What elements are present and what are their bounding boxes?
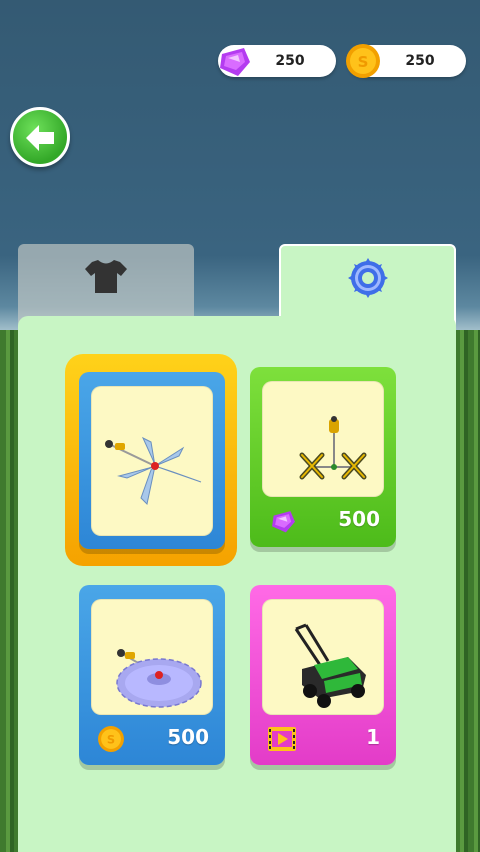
back-arrow-icon	[26, 125, 54, 151]
item-preview	[91, 599, 213, 715]
shop-item-double-blade-trimmer[interactable]: 500	[250, 367, 396, 547]
shop-item-lawn-mower[interactable]: 1	[250, 585, 396, 765]
item-preview	[262, 381, 384, 497]
gold-coin-icon: S	[346, 44, 380, 78]
gem-counter: 250	[218, 45, 336, 77]
item-preview	[91, 386, 213, 536]
coin-counter: S 250	[346, 44, 466, 78]
video-ad-icon	[268, 727, 296, 751]
saw-blade-icon	[347, 258, 388, 298]
item-preview	[262, 599, 384, 715]
gem-count: 250	[275, 53, 305, 69]
double-blade-trimmer-icon	[299, 416, 367, 480]
circular-saw-trimmer-icon	[116, 649, 202, 708]
purple-gem-icon	[272, 511, 295, 533]
svg-text:S: S	[107, 733, 115, 747]
item-price: 1	[366, 725, 380, 749]
coin-count: 250	[405, 53, 435, 69]
gold-coin-icon: S	[98, 726, 124, 752]
back-button[interactable]	[10, 107, 70, 167]
item-price: 500	[338, 507, 380, 531]
propeller-trimmer-icon	[105, 436, 202, 506]
item-price: 500	[167, 725, 209, 749]
svg-text:S: S	[358, 53, 369, 71]
shop-item-propeller-trimmer[interactable]	[79, 372, 225, 549]
shop-item-circular-saw-trimmer[interactable]: S 500	[79, 585, 225, 765]
lawn-mower-icon	[294, 623, 366, 708]
t-shirt-icon	[85, 260, 127, 293]
purple-gem-icon	[220, 48, 250, 76]
